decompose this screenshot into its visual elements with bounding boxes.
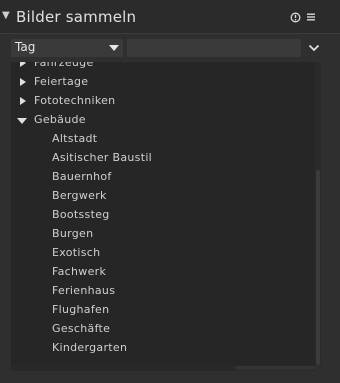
horizontal-scrollbar-thumb[interactable] [235, 366, 315, 370]
tree-item-label: Bauernhof [52, 170, 112, 183]
tree-tag-row[interactable]: Altstadt [11, 130, 315, 149]
expander-collapsed-icon[interactable] [20, 62, 26, 67]
property-select-value: Tag [15, 40, 36, 54]
tree-tag-row[interactable]: Kindergarten [11, 339, 315, 358]
tree-item-label: Fahrzeuge [34, 62, 94, 69]
tree-tag-row[interactable]: Ferienhaus [11, 282, 315, 301]
expander-collapsed-icon[interactable] [20, 97, 26, 105]
tree-item-label: Fototechniken [34, 94, 116, 107]
tree-tag-row[interactable]: Bauernhof [11, 168, 315, 187]
horizontal-scrollbar[interactable] [11, 365, 315, 371]
tree-tag-row[interactable]: Bergwerk [11, 187, 315, 206]
header-divider [0, 33, 340, 34]
tree-item-label: Ferienhaus [52, 284, 116, 297]
tree-category-row[interactable]: Gebäude [11, 111, 315, 130]
tree-tag-row[interactable]: Flughafen [11, 301, 315, 320]
tree-item-label: Feiertage [34, 75, 89, 88]
property-select[interactable]: Tag [11, 39, 123, 57]
tree-item-label: Geschäfte [52, 322, 111, 335]
dropdown-arrow-icon [109, 45, 119, 51]
collect-images-panel: ▼ Bilder sammeln Tag Fahrzeuge Feiertage F… [0, 0, 340, 383]
scrollbar-thumb[interactable] [316, 170, 320, 365]
tree-tag-row[interactable]: Exotisch [11, 244, 315, 263]
tree-item-label: Exotisch [52, 246, 101, 259]
panel-header[interactable]: ▼ Bilder sammeln [0, 0, 340, 34]
tree-category-row[interactable]: Fahrzeuge [11, 62, 315, 73]
tree-tag-row[interactable]: Burgen [11, 225, 315, 244]
collapse-triangle-icon[interactable]: ▼ [2, 10, 10, 21]
expander-collapsed-icon[interactable] [20, 78, 26, 86]
tree-category-row[interactable]: Feiertage [11, 73, 315, 92]
tree-category-row[interactable]: Fototechniken [11, 92, 315, 111]
reset-icon[interactable] [288, 10, 302, 24]
tree-item-label: Bergwerk [52, 189, 107, 202]
tree-item-label: Flughafen [52, 303, 110, 316]
tree-tag-row[interactable]: Geschäfte [11, 320, 315, 339]
tag-tree[interactable]: Fahrzeuge Feiertage Fototechniken Gebäude Al… [11, 62, 315, 365]
tree-tag-row[interactable]: Fachwerk [11, 263, 315, 282]
filter-search-input[interactable] [127, 39, 301, 57]
expander-expanded-icon[interactable] [17, 118, 27, 124]
tree-item-label: Gebäude [34, 113, 86, 126]
chevron-down-icon[interactable] [306, 40, 322, 56]
hamburger-menu-icon[interactable] [304, 10, 318, 24]
tree-item-label: Asitischer Baustil [52, 151, 153, 164]
tree-tag-row[interactable]: Bootssteg [11, 206, 315, 225]
tree-tag-row[interactable]: Asitischer Baustil [11, 149, 315, 168]
tree-item-label: Bootssteg [52, 208, 110, 221]
tree-item-label: Fachwerk [52, 265, 107, 278]
vertical-scrollbar[interactable] [315, 62, 321, 365]
tree-item-label: Kindergarten [52, 341, 128, 354]
panel-title: Bilder sammeln [16, 8, 137, 26]
tree-item-label: Altstadt [52, 132, 98, 145]
tree-item-label: Burgen [52, 227, 94, 240]
